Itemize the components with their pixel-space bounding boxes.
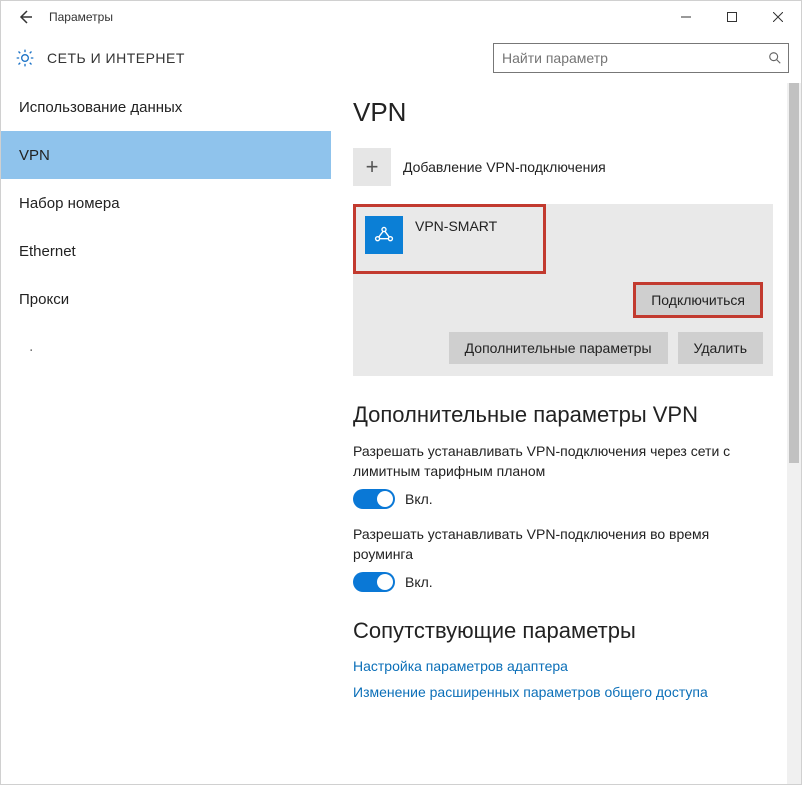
vpn-connection-box: VPN-SMART Подключиться Дополнительные па… bbox=[353, 204, 773, 376]
vpn-connection-item[interactable]: VPN-SMART bbox=[353, 204, 546, 274]
highlight-connect: Подключиться bbox=[633, 282, 763, 318]
gear-icon bbox=[15, 48, 35, 68]
connect-button-row: Подключиться bbox=[353, 274, 773, 318]
sidebar-item-label: VPN bbox=[19, 147, 50, 164]
body: Использование данных VPN Набор номера Et… bbox=[1, 83, 801, 784]
toggle-row: Вкл. bbox=[353, 572, 753, 592]
sidebar-item-ethernet[interactable]: Ethernet bbox=[1, 227, 331, 275]
close-icon bbox=[773, 12, 783, 22]
connect-button[interactable]: Подключиться bbox=[635, 284, 761, 316]
toggle-knob bbox=[377, 574, 393, 590]
setting-metered: Разрешать устанавливать VPN-подключения … bbox=[353, 442, 753, 509]
plus-icon: + bbox=[353, 148, 391, 186]
sidebar-item-label: Ethernet bbox=[19, 243, 76, 260]
setting-label: Разрешать устанавливать VPN-подключения … bbox=[353, 442, 753, 481]
back-button[interactable] bbox=[9, 1, 41, 33]
extra-params-heading: Дополнительные параметры VPN bbox=[353, 402, 801, 428]
sidebar: Использование данных VPN Набор номера Et… bbox=[1, 83, 331, 784]
vpn-connection-name: VPN-SMART bbox=[415, 216, 497, 234]
vertical-scrollbar[interactable] bbox=[787, 83, 801, 784]
settings-window: Параметры СЕТЬ И ИНТЕРНЕТ bbox=[0, 0, 802, 785]
toggle-state: Вкл. bbox=[405, 574, 433, 590]
advanced-button[interactable]: Дополнительные параметры bbox=[449, 332, 668, 364]
related-heading: Сопутствующие параметры bbox=[353, 618, 801, 644]
link-advanced-sharing[interactable]: Изменение расширенных параметров общего … bbox=[353, 684, 801, 700]
back-arrow-icon bbox=[17, 9, 33, 25]
toggle-knob bbox=[377, 491, 393, 507]
link-adapter-settings[interactable]: Настройка параметров адаптера bbox=[353, 658, 801, 674]
secondary-button-row: Дополнительные параметры Удалить bbox=[353, 324, 773, 364]
search-input[interactable] bbox=[502, 50, 768, 66]
sidebar-item-proxy[interactable]: Прокси bbox=[1, 275, 331, 323]
sidebar-item-vpn[interactable]: VPN bbox=[1, 131, 331, 179]
add-vpn-label: Добавление VPN-подключения bbox=[403, 159, 606, 175]
search-icon bbox=[768, 51, 782, 65]
toggle-row: Вкл. bbox=[353, 489, 753, 509]
sidebar-item-label: Прокси bbox=[19, 291, 69, 308]
search-box[interactable] bbox=[493, 43, 789, 73]
main-content: VPN + Добавление VPN-подключения bbox=[331, 83, 801, 784]
minimize-icon bbox=[681, 12, 691, 22]
scrollbar-thumb[interactable] bbox=[789, 83, 799, 463]
network-icon bbox=[373, 224, 395, 246]
settings-gear-icon[interactable] bbox=[13, 46, 37, 70]
sidebar-item-label: Использование данных bbox=[19, 99, 182, 116]
toggle-metered[interactable] bbox=[353, 489, 395, 509]
toggle-roaming[interactable] bbox=[353, 572, 395, 592]
sidebar-item-label: Набор номера bbox=[19, 195, 120, 212]
title-bar: Параметры bbox=[1, 1, 801, 33]
page-title: VPN bbox=[353, 97, 801, 128]
setting-label: Разрешать устанавливать VPN-подключения … bbox=[353, 525, 753, 564]
toggle-state: Вкл. bbox=[405, 491, 433, 507]
maximize-icon bbox=[727, 12, 737, 22]
add-vpn-button[interactable]: + Добавление VPN-подключения bbox=[353, 148, 801, 186]
sidebar-item-dialup[interactable]: Набор номера bbox=[1, 179, 331, 227]
section-title: СЕТЬ И ИНТЕРНЕТ bbox=[47, 50, 185, 66]
setting-roaming: Разрешать устанавливать VPN-подключения … bbox=[353, 525, 753, 592]
highlight-connection: VPN-SMART bbox=[353, 204, 546, 274]
window-controls bbox=[663, 1, 801, 33]
header-bar: СЕТЬ И ИНТЕРНЕТ bbox=[1, 33, 801, 83]
window-title: Параметры bbox=[49, 10, 113, 24]
maximize-button[interactable] bbox=[709, 1, 755, 33]
minimize-button[interactable] bbox=[663, 1, 709, 33]
close-button[interactable] bbox=[755, 1, 801, 33]
delete-button[interactable]: Удалить bbox=[678, 332, 763, 364]
sidebar-dot: . bbox=[1, 323, 331, 371]
sidebar-item-data-usage[interactable]: Использование данных bbox=[1, 83, 331, 131]
vpn-icon bbox=[365, 216, 403, 254]
